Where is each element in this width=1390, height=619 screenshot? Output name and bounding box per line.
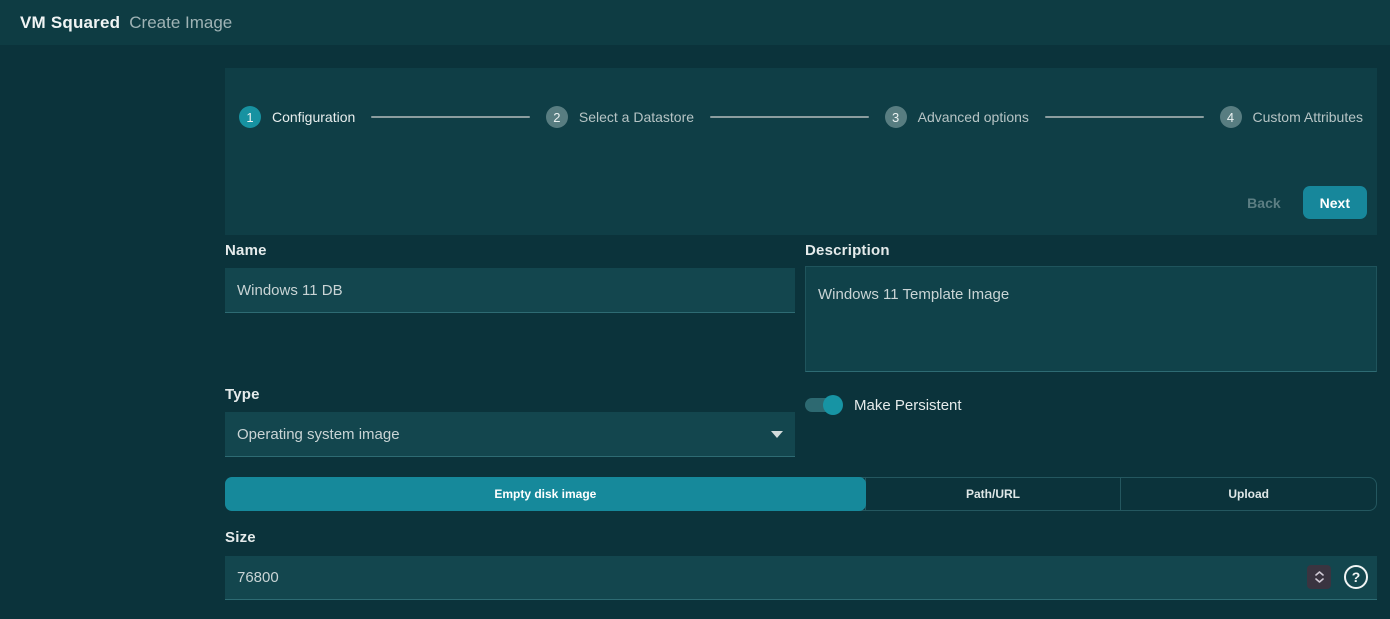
help-circle-icon[interactable]: ? [1344,565,1368,589]
next-button[interactable]: Next [1303,186,1367,219]
step-1-circle: 1 [239,106,261,128]
description-value: Windows 11 Template Image [818,286,1009,303]
tab-empty-disk-image[interactable]: Empty disk image [225,477,866,511]
step-2-label: Select a Datastore [579,109,694,125]
stepper-connector [371,116,530,118]
page-title: Create Image [129,13,232,33]
name-input[interactable]: Windows 11 DB [225,268,795,313]
create-image-page: 1 Configuration 2 Select a Datastore 3 A… [0,45,1390,619]
step-2-circle: 2 [546,106,568,128]
description-label: Description [805,242,890,259]
image-source-tabs: Empty disk image Path/URL Upload [225,477,1377,511]
name-label: Name [225,242,267,259]
wizard-actions: Back Next [1233,186,1367,219]
stepper-connector [1045,116,1204,118]
type-selected-value: Operating system image [237,426,400,443]
name-value: Windows 11 DB [237,282,343,299]
chevron-down-icon [771,431,783,438]
size-value: 76800 [237,569,279,586]
make-persistent-label: Make Persistent [854,397,962,414]
step-3-circle: 3 [885,106,907,128]
make-persistent-row: Make Persistent [805,392,962,418]
stepper-connector [710,116,869,118]
tab-path-url[interactable]: Path/URL [865,478,1121,510]
step-4-circle: 4 [1220,106,1242,128]
number-stepper-icon[interactable] [1307,565,1331,589]
size-input[interactable]: 76800 ? [225,556,1377,600]
step-3-label: Advanced options [918,109,1029,125]
topbar: VM Squared Create Image [0,0,1390,45]
chevron-up-icon [1315,571,1324,576]
create-image-screen: VM Squared Create Image 1 Configuration … [0,0,1390,619]
step-4-label: Custom Attributes [1253,109,1364,125]
step-custom-attributes[interactable]: 4 Custom Attributes [1220,106,1364,128]
description-textarea[interactable]: Windows 11 Template Image [805,266,1377,372]
step-configuration[interactable]: 1 Configuration [239,106,355,128]
size-label: Size [225,529,256,546]
tab-upload[interactable]: Upload [1120,478,1376,510]
step-1-label: Configuration [272,109,355,125]
toggle-thumb [823,395,843,415]
wizard-stepper: 1 Configuration 2 Select a Datastore 3 A… [225,68,1377,128]
step-advanced-options[interactable]: 3 Advanced options [885,106,1029,128]
back-button[interactable]: Back [1233,187,1294,219]
step-select-datastore[interactable]: 2 Select a Datastore [546,106,694,128]
chevron-down-icon [1315,578,1324,583]
type-select[interactable]: Operating system image [225,412,795,457]
app-brand: VM Squared [20,13,120,33]
wizard-card: 1 Configuration 2 Select a Datastore 3 A… [225,68,1377,235]
type-label: Type [225,386,260,403]
make-persistent-toggle[interactable] [805,394,843,416]
